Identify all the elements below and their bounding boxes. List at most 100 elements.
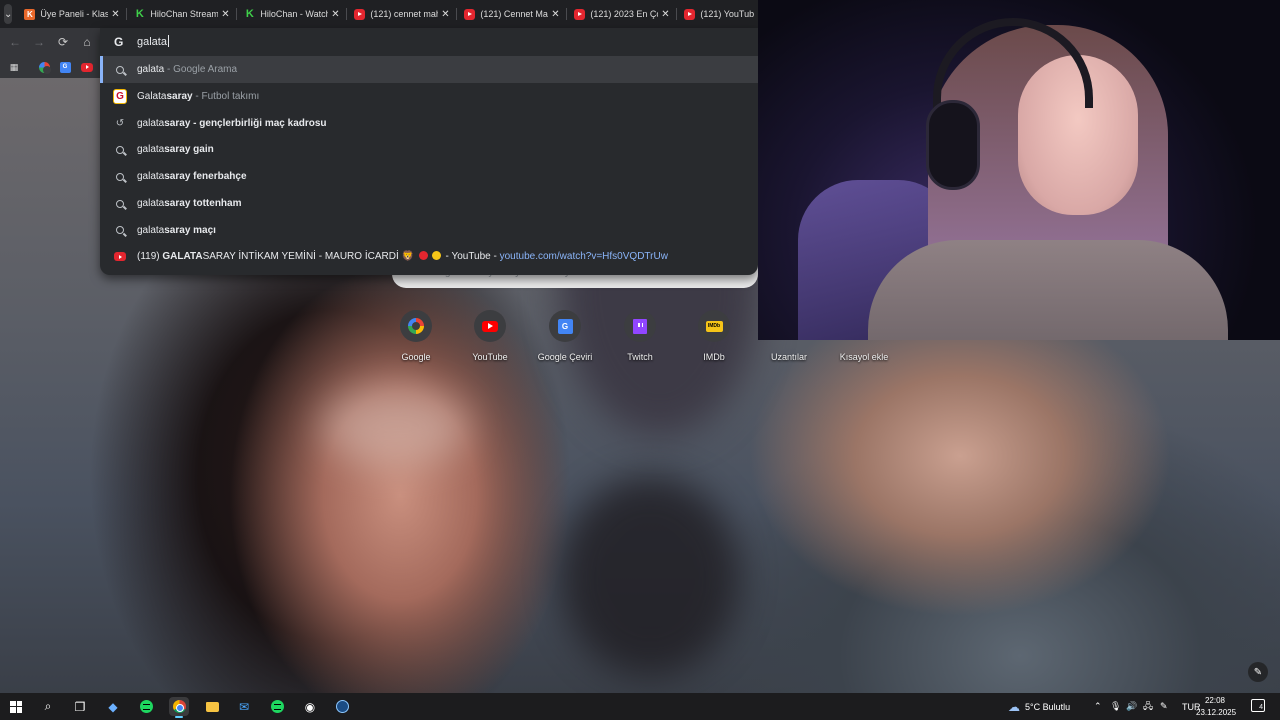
suggestion-youtube-video[interactable]: (119) GALATASARAY İNTİKAM YEMİNİ - MAURO…	[100, 243, 758, 270]
weather-widget[interactable]: ☁ 5°C Bulutlu	[1008, 693, 1070, 720]
copilot-icon: ◆	[108, 699, 118, 714]
shortcut-twitch[interactable]: Twitch	[600, 310, 680, 370]
taskbar-steam[interactable]	[332, 697, 352, 716]
shortcut-google[interactable]: Google	[376, 310, 456, 370]
suggestion-text: galatasaray tottenham	[137, 198, 242, 209]
clock-time: 22:08	[1204, 696, 1226, 705]
close-icon[interactable]: ✕	[548, 9, 562, 20]
tab[interactable]: K HiloChan - Watch ✕	[236, 0, 346, 28]
taskbar-chrome[interactable]	[169, 697, 189, 718]
google-translate-icon: G	[549, 310, 581, 342]
shortcut-imdb[interactable]: IMDb IMDb	[674, 310, 754, 370]
close-icon[interactable]: ✕	[218, 9, 232, 20]
suggestion-item[interactable]: G Galatasaray - Futbol takımı	[100, 83, 758, 110]
tray-volume[interactable]: 🔊	[1126, 693, 1137, 720]
close-icon[interactable]: ✕	[438, 9, 452, 20]
reload-button[interactable]: ⟳	[54, 33, 72, 51]
omnibox[interactable]: G galata	[100, 28, 758, 56]
site-favicon-icon: K	[135, 8, 144, 20]
taskbar-file-explorer[interactable]	[202, 697, 222, 716]
taskbar-spotify-2[interactable]	[267, 697, 287, 716]
shortcut-google-translate[interactable]: G Google Çeviri	[525, 310, 605, 370]
galatasaray-logo-icon: G	[113, 88, 127, 104]
shortcut-label: Uzantılar	[770, 352, 807, 362]
customize-pencil-icon[interactable]: ✎	[1248, 662, 1268, 682]
suggestion-item[interactable]: galatasaray fenerbahçe	[100, 163, 758, 190]
close-icon[interactable]: ✕	[328, 9, 342, 20]
task-view-button[interactable]: ❐	[70, 697, 90, 716]
wallpaper-shape	[320, 386, 470, 466]
spotify-icon	[139, 700, 153, 713]
shortcut-label: Google	[401, 352, 431, 362]
shortcut-youtube[interactable]: YouTube	[450, 310, 530, 370]
suggestion-item[interactable]: galatasaray gain	[100, 136, 758, 163]
tab[interactable]: K Üye Paneli - Klasg ✕	[16, 0, 126, 28]
tab[interactable]: (121) cennet mah ✕	[346, 0, 456, 28]
forward-button[interactable]: →	[30, 33, 48, 51]
notification-bell-icon[interactable]: 4	[1251, 699, 1265, 712]
tab[interactable]: K HiloChan Stream ✕	[126, 0, 236, 28]
streamer-shirt	[868, 240, 1228, 340]
suggestion-item[interactable]: galatasaray tottenham	[100, 190, 758, 217]
close-icon[interactable]: ✕	[658, 9, 672, 20]
clock-date: 23.12.2025	[1196, 708, 1237, 717]
tabs: K Üye Paneli - Klasg ✕ K HiloChan Stream ✕ K Hi…	[16, 0, 786, 28]
suggestion-item[interactable]: ↺ galatasaray - gençlerbirliği maç kadros…	[100, 110, 758, 137]
shortcut-label: Kısayol ekle	[839, 352, 889, 362]
youtube-icon	[574, 8, 586, 20]
search-icon	[113, 143, 127, 157]
site-favicon-icon: K	[245, 8, 254, 20]
google-search-icon: G	[114, 35, 124, 49]
webcam-overlay	[758, 0, 1280, 340]
start-button[interactable]	[6, 697, 26, 716]
shortcut-label: Twitch	[627, 352, 653, 362]
imdb-icon: IMDb	[698, 310, 730, 342]
clock[interactable]: 22:08 23.12.2025	[1196, 695, 1237, 719]
headset-icon	[926, 100, 980, 190]
tray-pen[interactable]: ✎	[1160, 693, 1168, 720]
youtube-icon	[474, 310, 506, 342]
site-favicon-icon: K	[24, 8, 36, 20]
tab-title: HiloChan - Watch	[260, 9, 329, 19]
tab-search-button[interactable]: ⌄	[4, 4, 13, 24]
bookmark-google[interactable]	[37, 60, 51, 74]
tab[interactable]: (121) 2023 En Çok ✕	[566, 0, 676, 28]
close-icon[interactable]: ✕	[108, 9, 122, 20]
tab-strip: ⌄ K Üye Paneli - Klasg ✕ K HiloChan Stream ✕ K…	[0, 0, 780, 28]
chevron-down-icon: ⌄	[4, 8, 13, 20]
suggestion-url: youtube.com/watch?v=Hfs0VQDTrUw	[499, 251, 668, 262]
network-icon: 🖧	[1143, 700, 1154, 711]
taskbar-obs[interactable]: ◉	[300, 697, 320, 716]
suggestion-item[interactable]: galatasaray maçı	[100, 217, 758, 244]
suggestion-text: (119) GALATASARAY İNTİKAM YEMİNİ - MAURO…	[137, 251, 668, 262]
shortcut-label: YouTube	[472, 352, 508, 362]
taskbar-spotify[interactable]	[136, 697, 156, 716]
google-translate-icon: G	[59, 61, 71, 73]
shortcut-label: IMDb	[703, 352, 725, 362]
tray-mic[interactable]: 🎙	[1110, 693, 1121, 720]
taskbar-copilot[interactable]: ◆	[103, 697, 123, 716]
home-button[interactable]: ⌂	[78, 33, 96, 51]
wallpaper-shape	[560, 476, 740, 676]
omnibox-input[interactable]: galata	[137, 35, 169, 48]
search-icon: ⌕	[44, 699, 52, 713]
omnibox-dropdown: G galata galata - Google Arama G Galatasar…	[100, 28, 758, 275]
suggestion-text: galatasaray fenerbahçe	[137, 171, 247, 183]
back-button[interactable]: ←	[6, 33, 24, 51]
tab[interactable]: (121) Cennet Mah ✕	[456, 0, 566, 28]
taskbar-mail[interactable]: ✉	[234, 697, 254, 716]
tab-title: (121) cennet mah	[370, 9, 439, 19]
suggestion-text: galata - Google Arama	[137, 64, 238, 75]
apps-grid-icon[interactable]: ▦	[7, 60, 21, 74]
youtube-icon	[354, 8, 366, 20]
cloud-icon: ☁	[1008, 699, 1020, 714]
obs-icon: ◉	[304, 699, 316, 714]
bookmark-youtube[interactable]	[80, 60, 94, 74]
tray-network[interactable]: 🖧	[1143, 693, 1153, 720]
search-button[interactable]: ⌕	[38, 697, 58, 716]
steam-icon	[335, 700, 349, 713]
suggestion-item[interactable]: galata - Google Arama	[100, 56, 758, 83]
search-icon	[113, 170, 127, 184]
tray-overflow[interactable]: ⌃	[1094, 693, 1102, 720]
bookmark-translate[interactable]: G	[58, 60, 72, 74]
